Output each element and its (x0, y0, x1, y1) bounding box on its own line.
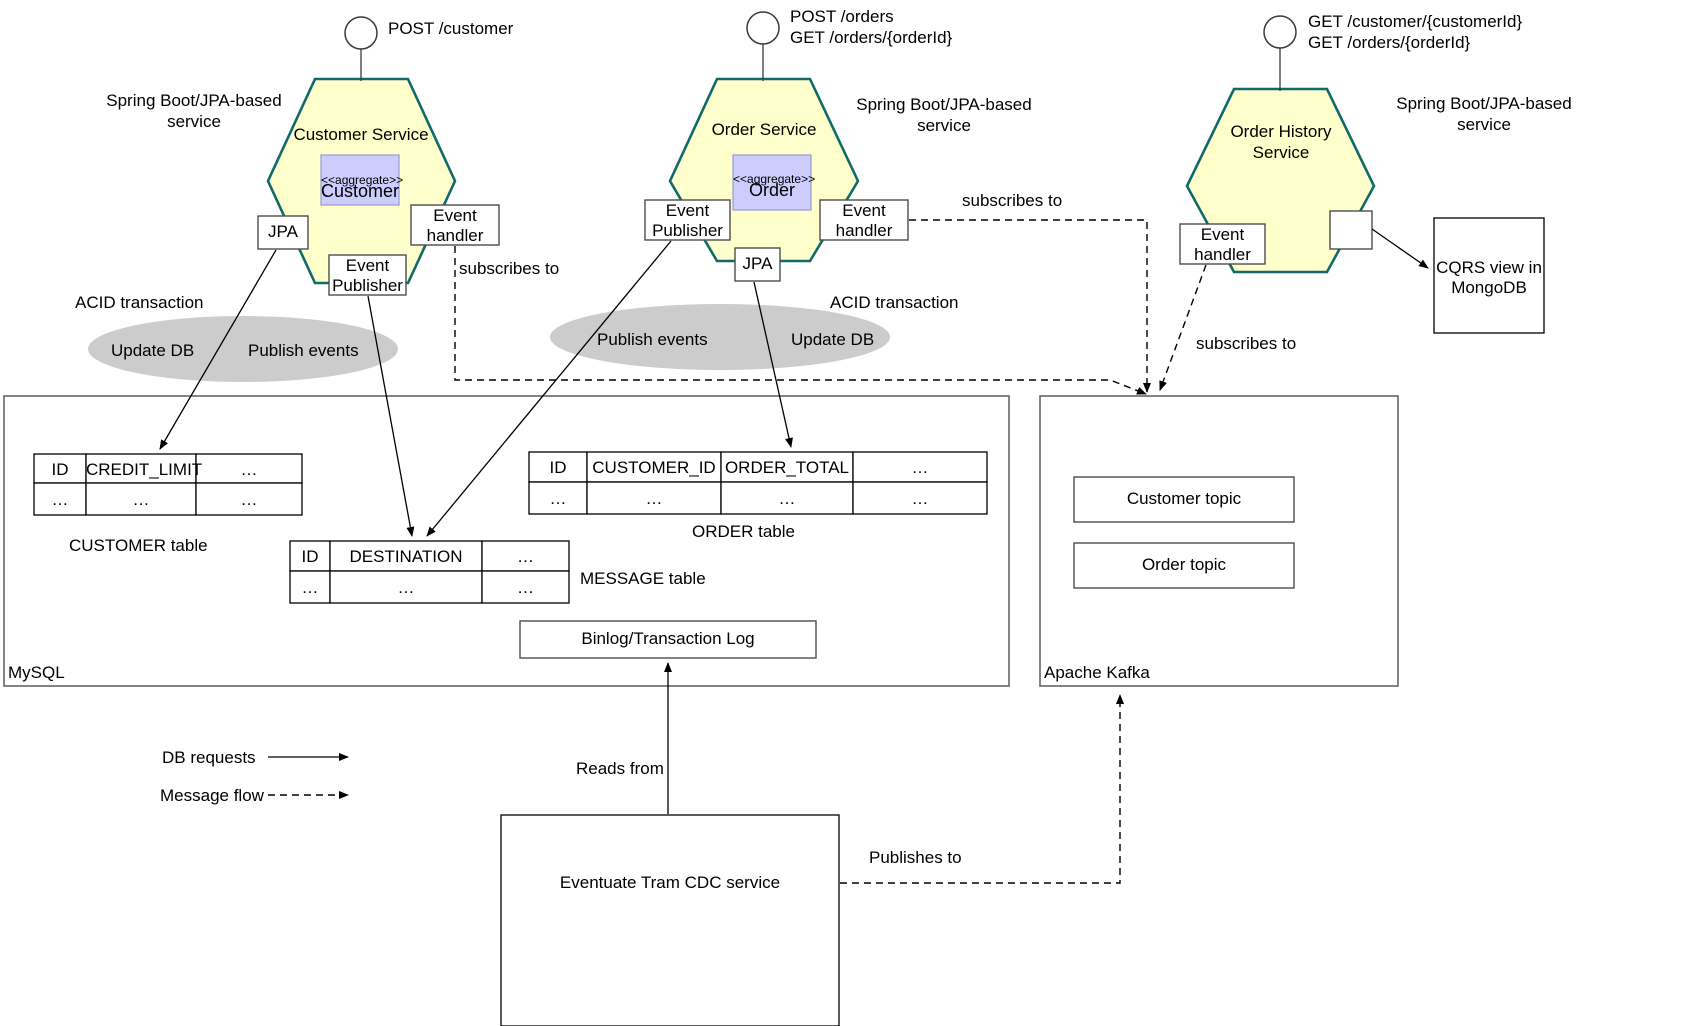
order-table-header-order-total: ORDER_TOTAL (724, 458, 850, 477)
order-table-header-more: … (911, 458, 929, 477)
legend-item-message-flow-label: Message flow (160, 786, 264, 805)
cdc-service-label: Eventuate Tram CDC service (559, 873, 781, 892)
order-table-cell-0-1: … (645, 489, 663, 508)
mysql-container-label: MySQL (8, 663, 65, 682)
order-history-event-handler-to-kafka-path (1159, 264, 1207, 391)
order-table-header-customer-id: CUSTOMER_ID (592, 458, 716, 477)
order-history-tech-note: Spring Boot/JPA-based service (1396, 94, 1572, 134)
cqrs-view-label: CQRS view in MongoDB (1436, 258, 1542, 297)
customer-table-caption: CUSTOMER table (69, 536, 208, 555)
customer-table-header-credit-limit: CREDIT_LIMIT (86, 460, 203, 479)
order-table-cell-0-0: … (549, 489, 567, 508)
order-table-cell-0-2: … (778, 489, 796, 508)
customer-acid-title: ACID transaction (75, 293, 204, 312)
customer-publisher-to-message-table-arrow (367, 295, 415, 537)
order-service-api-port (746, 11, 780, 45)
order-history-subscribes-to-label: subscribes to (1196, 334, 1297, 353)
message-table-cell-0-2: … (517, 578, 534, 597)
order-topic-label: Order topic (1141, 555, 1227, 574)
cdc-reads-from-label: Reads from (576, 759, 664, 778)
order-subscribes-to-label: subscribes to (962, 191, 1063, 210)
message-table-header-destination: DESTINATION (349, 547, 463, 566)
order-history-api-label: GET /customer/{customerId} GET /orders/{… (1308, 12, 1523, 52)
diagram-vector-layer (3, 11, 1545, 1026)
binlog-label: Binlog/Transaction Log (581, 629, 755, 648)
order-history-event-handler-label: Event handler (1194, 225, 1251, 264)
message-table-caption: MESSAGE table (580, 569, 706, 588)
customer-aggregate-name: Customer (321, 181, 400, 201)
message-table-cell-0-1: … (397, 578, 415, 597)
order-aggregate-name: Order (748, 180, 795, 200)
kafka-container (1039, 395, 1399, 687)
customer-subscribes-to-label: subscribes to (459, 259, 560, 278)
order-jpa-port-label: JPA (742, 254, 773, 273)
customer-service-api-label: POST /customer (388, 19, 514, 38)
customer-service-tech-note: Spring Boot/JPA-based service (106, 91, 282, 131)
customer-table-cell-0-1: … (132, 490, 150, 509)
customer-table-header-more: … (240, 460, 258, 479)
order-table-cell-0-3: … (911, 489, 929, 508)
order-event-handler-label: Event handler (835, 201, 893, 240)
customer-event-publisher-label: Event Publisher (332, 256, 403, 295)
customer-service-api-port (344, 16, 378, 50)
message-table-header-more: … (517, 547, 534, 566)
cdc-service-box (500, 814, 840, 1026)
customer-event-handler-label: Event handler (426, 206, 484, 245)
order-table-caption: ORDER table (692, 522, 795, 541)
order-acid-publish-events: Publish events (597, 330, 708, 349)
order-event-publisher-label: Event Publisher (652, 201, 723, 240)
order-history-view-adapter-port (1329, 210, 1373, 250)
customer-table-cell-0-2: … (240, 490, 258, 509)
order-history-service-name: Order History Service (1230, 122, 1332, 162)
message-table-header-id: ID (301, 547, 319, 566)
architecture-diagram: POST /customer Spring Boot/JPA-based ser… (0, 0, 1695, 1026)
message-table-cell-0-0: … (301, 578, 319, 597)
customer-topic-label: Customer topic (1126, 489, 1242, 508)
order-service-tech-note: Spring Boot/JPA-based service (856, 95, 1032, 135)
customer-acid-update-db: Update DB (111, 341, 195, 360)
order-acid-update-db: Update DB (791, 330, 875, 349)
order-table-header-id: ID (549, 458, 567, 477)
customer-table-cell-0-0: … (51, 490, 69, 509)
order-acid-title: ACID transaction (830, 293, 959, 312)
cqrs-view-arrow (1371, 228, 1429, 269)
order-service-api-label: POST /orders GET /orders/{orderId} (790, 7, 953, 47)
customer-acid-publish-events: Publish events (248, 341, 359, 360)
cdc-publishes-to-label: Publishes to (869, 848, 962, 867)
customer-jpa-port-label: JPA (268, 222, 298, 241)
customer-service-name: Customer Service (293, 125, 429, 144)
order-service-name: Order Service (711, 120, 817, 139)
order-history-api-port (1263, 15, 1297, 49)
customer-table-header-id: ID (51, 460, 69, 479)
kafka-container-label: Apache Kafka (1044, 663, 1150, 682)
legend-item-db-requests-label: DB requests (162, 748, 256, 767)
